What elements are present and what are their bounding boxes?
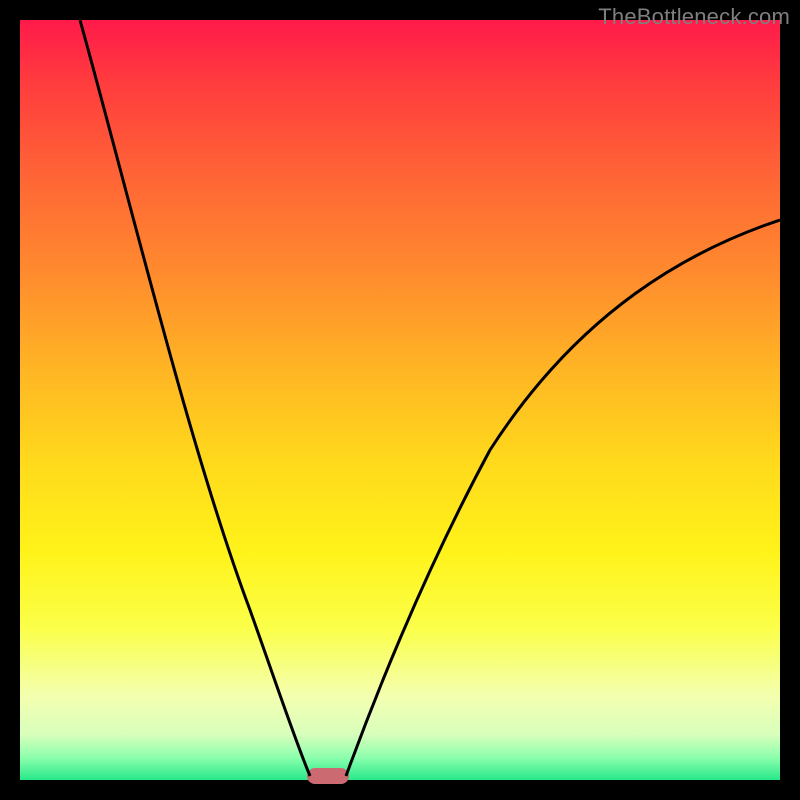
chart-frame: TheBottleneck.com [0, 0, 800, 800]
watermark-text: TheBottleneck.com [598, 4, 790, 30]
curve-left [80, 20, 310, 776]
bottleneck-curve [20, 20, 780, 780]
plot-area [20, 20, 780, 780]
curve-right [346, 220, 780, 776]
